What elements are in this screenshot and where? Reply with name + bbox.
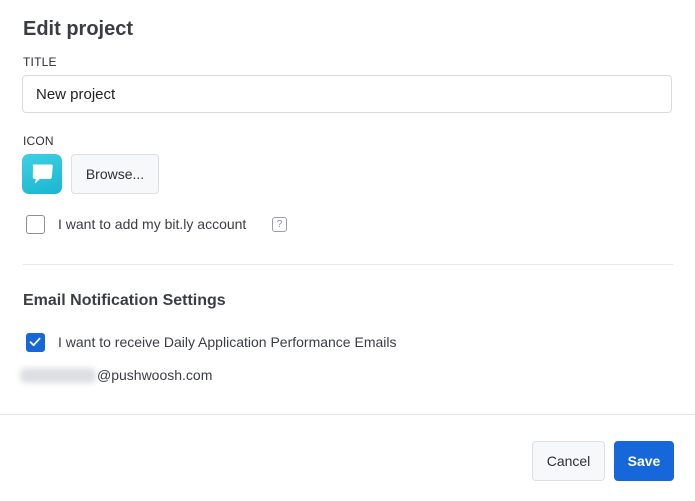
section-divider	[23, 264, 673, 265]
daily-emails-label[interactable]: I want to receive Daily Application Perf…	[58, 334, 396, 350]
browse-button[interactable]: Browse...	[71, 154, 159, 194]
bitly-checkbox[interactable]	[26, 215, 45, 234]
cancel-button[interactable]: Cancel	[532, 441, 605, 481]
title-field-label: TITLE	[23, 55, 57, 69]
footer-divider	[0, 414, 695, 415]
chat-bubble-icon	[22, 154, 62, 194]
icon-field-label: ICON	[23, 134, 54, 148]
email-domain: @pushwoosh.com	[97, 367, 213, 383]
bitly-checkbox-label[interactable]: I want to add my bit.ly account	[58, 216, 246, 232]
redacted-email-user	[20, 368, 96, 383]
email-section-title: Email Notification Settings	[23, 292, 226, 309]
daily-emails-checkbox[interactable]	[26, 333, 45, 352]
title-input[interactable]	[22, 75, 672, 113]
save-button[interactable]: Save	[614, 441, 674, 481]
dialog-title: Edit project	[23, 18, 134, 40]
checkmark-icon	[29, 337, 41, 347]
question-icon[interactable]: ?	[272, 217, 287, 232]
